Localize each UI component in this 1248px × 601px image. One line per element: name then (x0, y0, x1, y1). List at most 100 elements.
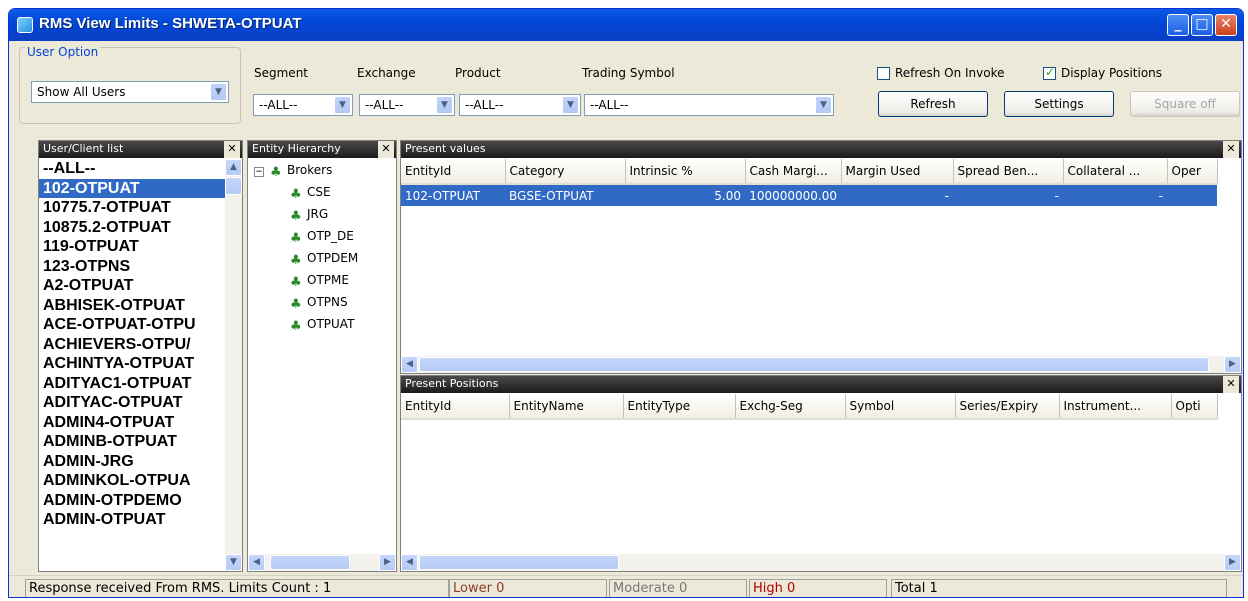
tree-node[interactable]: ♣ OTPME (290, 273, 349, 290)
chevron-down-icon[interactable]: ▼ (815, 96, 832, 114)
tree-node[interactable]: ♣ JRG (290, 207, 328, 224)
list-item[interactable]: ADMIN4-OTPUAT (39, 413, 225, 433)
tree-node-label: OTP_DE (307, 229, 354, 243)
tree-node-label: OTPDEM (307, 251, 359, 265)
scroll-thumb[interactable] (270, 555, 350, 570)
close-icon[interactable]: ✕ (378, 141, 394, 158)
table-cell: - (953, 184, 1063, 206)
column-header[interactable]: Symbol (845, 394, 956, 420)
list-item[interactable]: 10775.7-OTPUAT (39, 198, 225, 218)
trading-symbol-select[interactable]: --ALL-- ▼ (584, 94, 834, 116)
column-header[interactable]: Collateral ... (1063, 159, 1168, 185)
chevron-down-icon[interactable]: ▼ (562, 96, 579, 114)
present-values-scrollbar[interactable]: ◀ ▶ (401, 356, 1241, 373)
entity-tree-scrollbar[interactable]: ◀ ▶ (248, 554, 396, 571)
scroll-left-icon[interactable]: ◀ (401, 554, 418, 571)
column-header[interactable]: Oper (1167, 159, 1218, 185)
list-item[interactable]: ADMIN-OTPDEMO (39, 491, 225, 511)
hierarchy-icon: ♣ (270, 165, 282, 180)
tree-node[interactable]: ♣ OTPNS (290, 295, 348, 312)
user-list-scrollbar[interactable]: ▲ ▼ (225, 159, 242, 571)
list-item[interactable]: ADITYAC-OTPUAT (39, 393, 225, 413)
close-icon[interactable]: ✕ (224, 141, 240, 158)
list-item[interactable]: ACE-OTPUAT-OTPU (39, 315, 225, 335)
tree-node[interactable]: ♣ OTP_DE (290, 229, 354, 246)
close-button[interactable]: ✕ (1215, 14, 1237, 36)
status-high: High 0 (749, 579, 887, 597)
column-header[interactable]: EntityId (401, 159, 506, 185)
hierarchy-icon: ♣ (290, 187, 302, 202)
app-icon (17, 17, 33, 33)
refresh-button[interactable]: Refresh (878, 91, 988, 117)
chevron-down-icon[interactable]: ▼ (436, 96, 453, 114)
status-moderate: Moderate 0 (609, 579, 747, 597)
table-row[interactable]: 102-OTPUAT BGSE-OTPUAT 5.00 100000000.00- - - (401, 184, 1217, 206)
scroll-thumb[interactable] (419, 357, 1209, 372)
scroll-right-icon[interactable]: ▶ (1224, 356, 1241, 373)
collapse-icon[interactable]: − (254, 167, 264, 177)
minimize-button[interactable]: _ (1167, 14, 1189, 36)
settings-button[interactable]: Settings (1004, 91, 1114, 117)
column-header[interactable]: Intrinsic % (625, 159, 746, 185)
title-bar[interactable]: RMS View Limits - SHWETA-OTPUAT _ □ ✕ (9, 9, 1243, 41)
list-item[interactable]: ADMIN-JRG (39, 452, 225, 472)
square-off-button[interactable]: Square off (1130, 91, 1240, 117)
list-item[interactable]: 102-OTPUAT (39, 178, 225, 198)
list-item[interactable]: ACHINTYA-OTPUAT (39, 354, 225, 374)
tree-node-label: CSE (307, 185, 331, 199)
column-header[interactable]: EntityName (509, 394, 624, 420)
tree-node[interactable]: ♣ OTPUAT (290, 317, 354, 334)
tree-node[interactable]: ♣ OTPDEM (290, 251, 358, 268)
list-item[interactable]: 119-OTPUAT (39, 237, 225, 257)
column-header[interactable]: Series/Expiry (955, 394, 1060, 420)
present-positions-panel: Present Positions ✕ EntityId EntityName En… (400, 375, 1242, 572)
entity-tree[interactable]: − ♣ Brokers ♣ CSE ♣ JRG ♣ OTP_DE ♣ OTPDEM ♣ OTPME ♣ OT… (248, 159, 396, 553)
list-item[interactable]: ADMINKOL-OTPUA (39, 471, 225, 491)
scroll-left-icon[interactable]: ◀ (401, 356, 418, 373)
scroll-right-icon[interactable]: ▶ (379, 554, 396, 571)
tree-node[interactable]: ♣ CSE (290, 185, 331, 202)
scroll-up-icon[interactable]: ▲ (225, 159, 242, 176)
scroll-left-icon[interactable]: ◀ (248, 554, 265, 571)
column-header[interactable]: Category (505, 159, 626, 185)
column-header[interactable]: Opti (1171, 394, 1218, 420)
column-header[interactable]: EntityId (401, 394, 510, 420)
scroll-thumb[interactable] (225, 177, 242, 195)
table-cell: 102-OTPUAT (401, 184, 505, 206)
user-client-list[interactable]: --ALL-- 102-OTPUAT 10775.7-OTPUAT 10875.2-O… (39, 159, 225, 571)
close-icon[interactable]: ✕ (1223, 376, 1239, 393)
hierarchy-icon: ♣ (290, 275, 302, 290)
column-header[interactable]: Instrument... (1059, 394, 1172, 420)
list-item[interactable]: --ALL-- (39, 159, 225, 179)
hierarchy-icon: ♣ (290, 231, 302, 246)
list-item[interactable]: ABHISEK-OTPUAT (39, 296, 225, 316)
column-header[interactable]: Exchg-Seg (735, 394, 846, 420)
product-select[interactable]: --ALL-- ▼ (459, 94, 581, 116)
scroll-right-icon[interactable]: ▶ (1224, 554, 1241, 571)
exchange-select[interactable]: --ALL-- ▼ (359, 94, 455, 116)
column-header[interactable]: EntityType (623, 394, 736, 420)
present-positions-scrollbar[interactable]: ◀ ▶ (401, 554, 1241, 571)
close-icon[interactable]: ✕ (1223, 141, 1239, 158)
list-item[interactable]: 123-OTPNS (39, 257, 225, 277)
column-header[interactable]: Margin Used (841, 159, 954, 185)
maximize-button[interactable]: □ (1191, 14, 1213, 36)
tree-node-root[interactable]: − ♣ Brokers (254, 163, 332, 180)
chevron-down-icon[interactable]: ▼ (210, 83, 227, 101)
display-positions-checkbox[interactable] (1043, 65, 1056, 80)
list-item[interactable]: 10875.2-OTPUAT (39, 218, 225, 238)
column-header[interactable]: Cash Margi... (745, 159, 842, 185)
list-item[interactable]: ACHIEVERS-OTPU/ (39, 335, 225, 355)
status-lower: Lower 0 (449, 579, 607, 597)
scroll-thumb[interactable] (419, 555, 619, 570)
chevron-down-icon[interactable]: ▼ (334, 96, 351, 114)
list-item[interactable]: ADITYAC1-OTPUAT (39, 374, 225, 394)
list-item[interactable]: ADMINB-OTPUAT (39, 432, 225, 452)
scroll-down-icon[interactable]: ▼ (225, 554, 242, 571)
list-item[interactable]: ADMIN-OTPUAT (39, 510, 225, 530)
user-option-select[interactable]: Show All Users ▼ (31, 81, 229, 103)
refresh-on-invoke-checkbox[interactable] (877, 67, 890, 80)
segment-select[interactable]: --ALL-- ▼ (253, 94, 353, 116)
column-header[interactable]: Spread Ben... (953, 159, 1064, 185)
list-item[interactable]: A2-OTPUAT (39, 276, 225, 296)
